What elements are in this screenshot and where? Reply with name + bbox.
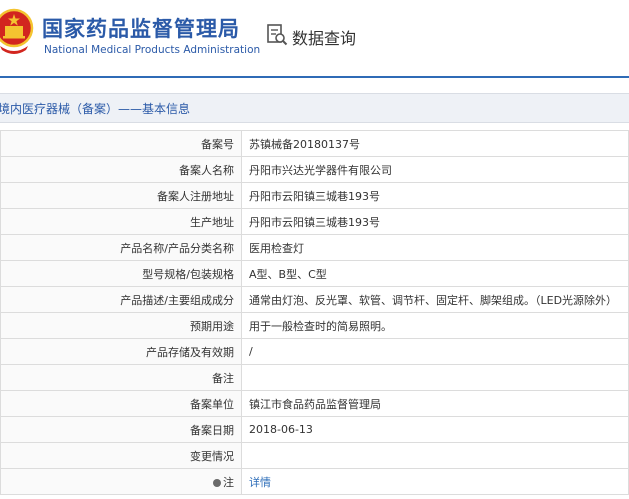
table-row: 产品存储及有效期 / <box>0 338 629 365</box>
field-value: / <box>241 338 629 365</box>
field-value <box>241 442 629 469</box>
field-value: 镇江市食品药品监督管理局 <box>241 390 629 417</box>
table-row: 备注 <box>0 364 629 391</box>
data-query-title[interactable]: 数据查询 <box>292 25 356 49</box>
field-label: 备案日期 <box>0 416 242 443</box>
note-icon <box>213 478 221 487</box>
field-value: 2018-06-13 <box>241 416 629 443</box>
data-query-icon <box>267 24 288 46</box>
field-value: 丹阳市兴达光学器件有限公司 <box>241 156 629 183</box>
field-value: 医用检查灯 <box>241 234 629 261</box>
field-label: 产品描述/主要组成成分 <box>0 286 242 313</box>
field-label: 产品名称/产品分类名称 <box>0 234 242 261</box>
note-row: 注 详情 <box>0 468 629 495</box>
org-name-en: National Medical Products Administration <box>44 44 261 56</box>
table-row: 备案单位 镇江市食品药品监督管理局 <box>0 390 629 417</box>
field-label: 备案号 <box>0 130 242 157</box>
table-row: 产品名称/产品分类名称 医用检查灯 <box>0 234 629 261</box>
field-value: A型、B型、C型 <box>241 260 629 287</box>
field-value: 丹阳市云阳镇三城巷193号 <box>241 182 629 209</box>
field-value <box>241 364 629 391</box>
national-emblem-icon <box>0 8 34 54</box>
field-label: 生产地址 <box>0 208 242 235</box>
table-row: 备案人注册地址 丹阳市云阳镇三城巷193号 <box>0 182 629 209</box>
table-row: 型号规格/包装规格 A型、B型、C型 <box>0 260 629 287</box>
field-value: 用于一般检查时的简易照明。 <box>241 312 629 339</box>
field-label: 型号规格/包装规格 <box>0 260 242 287</box>
table-row: 备案号 苏镇械备20180137号 <box>0 130 629 157</box>
field-label: 备案人注册地址 <box>0 182 242 209</box>
note-label-cell: 注 <box>0 468 242 495</box>
section-title: 境内医疗器械（备案）——基本信息 <box>0 102 191 116</box>
org-name-cn: 国家药品监督管理局 <box>42 17 240 41</box>
field-label: 产品存储及有效期 <box>0 338 242 365</box>
header-divider <box>0 76 629 78</box>
table-row: 生产地址 丹阳市云阳镇三城巷193号 <box>0 208 629 235</box>
note-value-cell: 详情 <box>241 468 629 495</box>
details-link[interactable]: 详情 <box>249 476 271 489</box>
field-value: 通常由灯泡、反光罩、软管、调节杆、固定杆、脚架组成。（LED光源除外） <box>241 286 629 313</box>
table-row: 变更情况 <box>0 442 629 469</box>
section-bar: 境内医疗器械（备案）——基本信息 <box>0 93 629 123</box>
table-row: 产品描述/主要组成成分 通常由灯泡、反光罩、软管、调节杆、固定杆、脚架组成。（LE… <box>0 286 629 313</box>
field-label: 预期用途 <box>0 312 242 339</box>
field-label: 备案人名称 <box>0 156 242 183</box>
detail-table: 备案号 苏镇械备20180137号 备案人名称 丹阳市兴达光学器件有限公司 备案人注册地… <box>0 130 629 495</box>
site-header: 国家药品监督管理局 National Medical Products Admi… <box>0 0 629 76</box>
field-label: 备注 <box>0 364 242 391</box>
table-row: 备案人名称 丹阳市兴达光学器件有限公司 <box>0 156 629 183</box>
table-row: 预期用途 用于一般检查时的简易照明。 <box>0 312 629 339</box>
table-row: 备案日期 2018-06-13 <box>0 416 629 443</box>
field-value: 苏镇械备20180137号 <box>241 130 629 157</box>
field-label: 备案单位 <box>0 390 242 417</box>
field-value: 丹阳市云阳镇三城巷193号 <box>241 208 629 235</box>
field-label: 变更情况 <box>0 442 242 469</box>
note-label: 注 <box>223 475 234 489</box>
